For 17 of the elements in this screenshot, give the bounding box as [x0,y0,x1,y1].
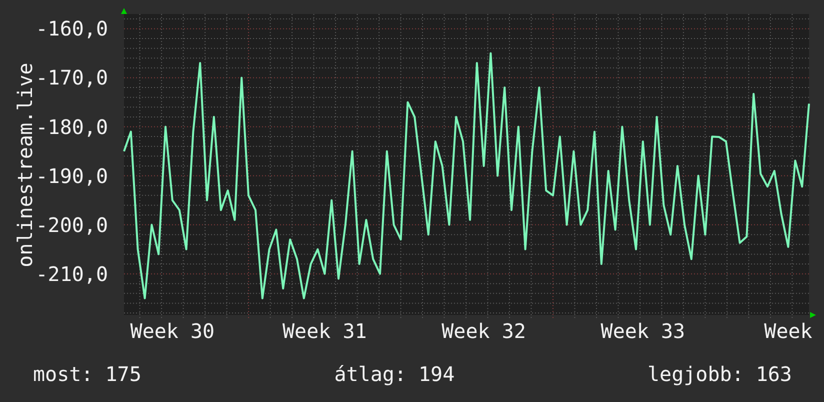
y-tick-label: -210,0 [36,262,108,286]
stat-text: legjobb: 163 [647,362,792,386]
x-tick-label: Week 32 [442,319,526,343]
y-tick-label: -180,0 [36,114,108,139]
x-tick-label: Week 30 [130,319,215,343]
stat-text: most: 175 [33,362,142,386]
y-tick-label: -160,0 [36,16,108,41]
y-tick-label: -170,0 [36,66,108,90]
x-tick-label: Week 31 [282,319,367,343]
axis-arrow-icon [810,312,816,318]
y-tick-label: -190,0 [36,164,108,188]
x-tick-label: Week 33 [600,319,686,343]
stat-text: átlag: 194 [334,362,455,386]
y-axis-label: onlinestream.live [13,62,37,268]
y-tick-label: -200,0 [36,212,108,237]
axis-arrow-icon [121,8,127,14]
x-tick-label: Week [764,319,812,343]
